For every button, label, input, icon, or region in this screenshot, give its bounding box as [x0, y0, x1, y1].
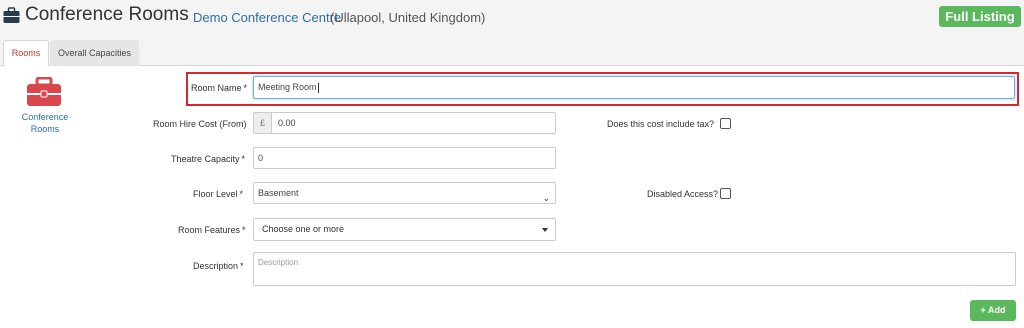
sidebar-label[interactable]: Conference Rooms	[10, 111, 80, 135]
add-button-label: Add	[987, 305, 1006, 315]
page-title: Conference Rooms	[25, 4, 189, 25]
room-features-label: Room Features *	[178, 225, 246, 235]
text-caret	[317, 82, 319, 93]
room-hire-cost-label: Room Hire Cost (From)	[153, 119, 247, 129]
briefcase-icon	[3, 7, 20, 23]
description-label: Description *	[193, 261, 244, 271]
plus-icon: +	[980, 305, 986, 315]
page-header: Conference Rooms Demo Conference Centre …	[0, 0, 1024, 38]
room-name-label: Room Name *	[191, 83, 248, 93]
tax-label: Does this cost include tax?	[607, 119, 715, 129]
disabled-access-label: Disabled Access?	[647, 189, 719, 199]
room-features-dropdown[interactable]: Choose one or more	[253, 218, 556, 241]
floor-level-label: Floor Level *	[193, 189, 244, 199]
main-panel: Conference Rooms Room Name * Meeting Room…	[0, 66, 1024, 328]
theatre-capacity-input[interactable]: 0	[253, 147, 556, 169]
tab-bar: Rooms Overall Capacities	[0, 38, 1024, 67]
floor-level-select[interactable]: Basement ⌄	[253, 182, 556, 204]
tab-rooms[interactable]: Rooms	[3, 40, 49, 67]
disabled-access-checkbox[interactable]	[720, 188, 731, 199]
full-listing-button[interactable]: Full Listing	[939, 6, 1021, 27]
tab-overall-capacities[interactable]: Overall Capacities	[50, 40, 139, 67]
description-textarea[interactable]: Description	[253, 252, 1016, 286]
room-name-input[interactable]: Meeting Room	[253, 76, 1015, 99]
briefcase-icon	[27, 77, 61, 106]
caret-down-icon	[542, 228, 548, 232]
chevron-down-icon: ⌄	[542, 193, 550, 203]
tax-checkbox[interactable]	[720, 118, 731, 129]
venue-location: (Ullapool, United Kingdom)	[330, 10, 486, 25]
venue-link[interactable]: Demo Conference Centre	[193, 10, 341, 25]
room-hire-cost-input[interactable]: 0.00	[271, 112, 556, 134]
currency-addon: £	[253, 112, 271, 134]
add-button[interactable]: + Add	[970, 300, 1016, 321]
theatre-capacity-label: Theatre Capacity *	[171, 154, 246, 164]
